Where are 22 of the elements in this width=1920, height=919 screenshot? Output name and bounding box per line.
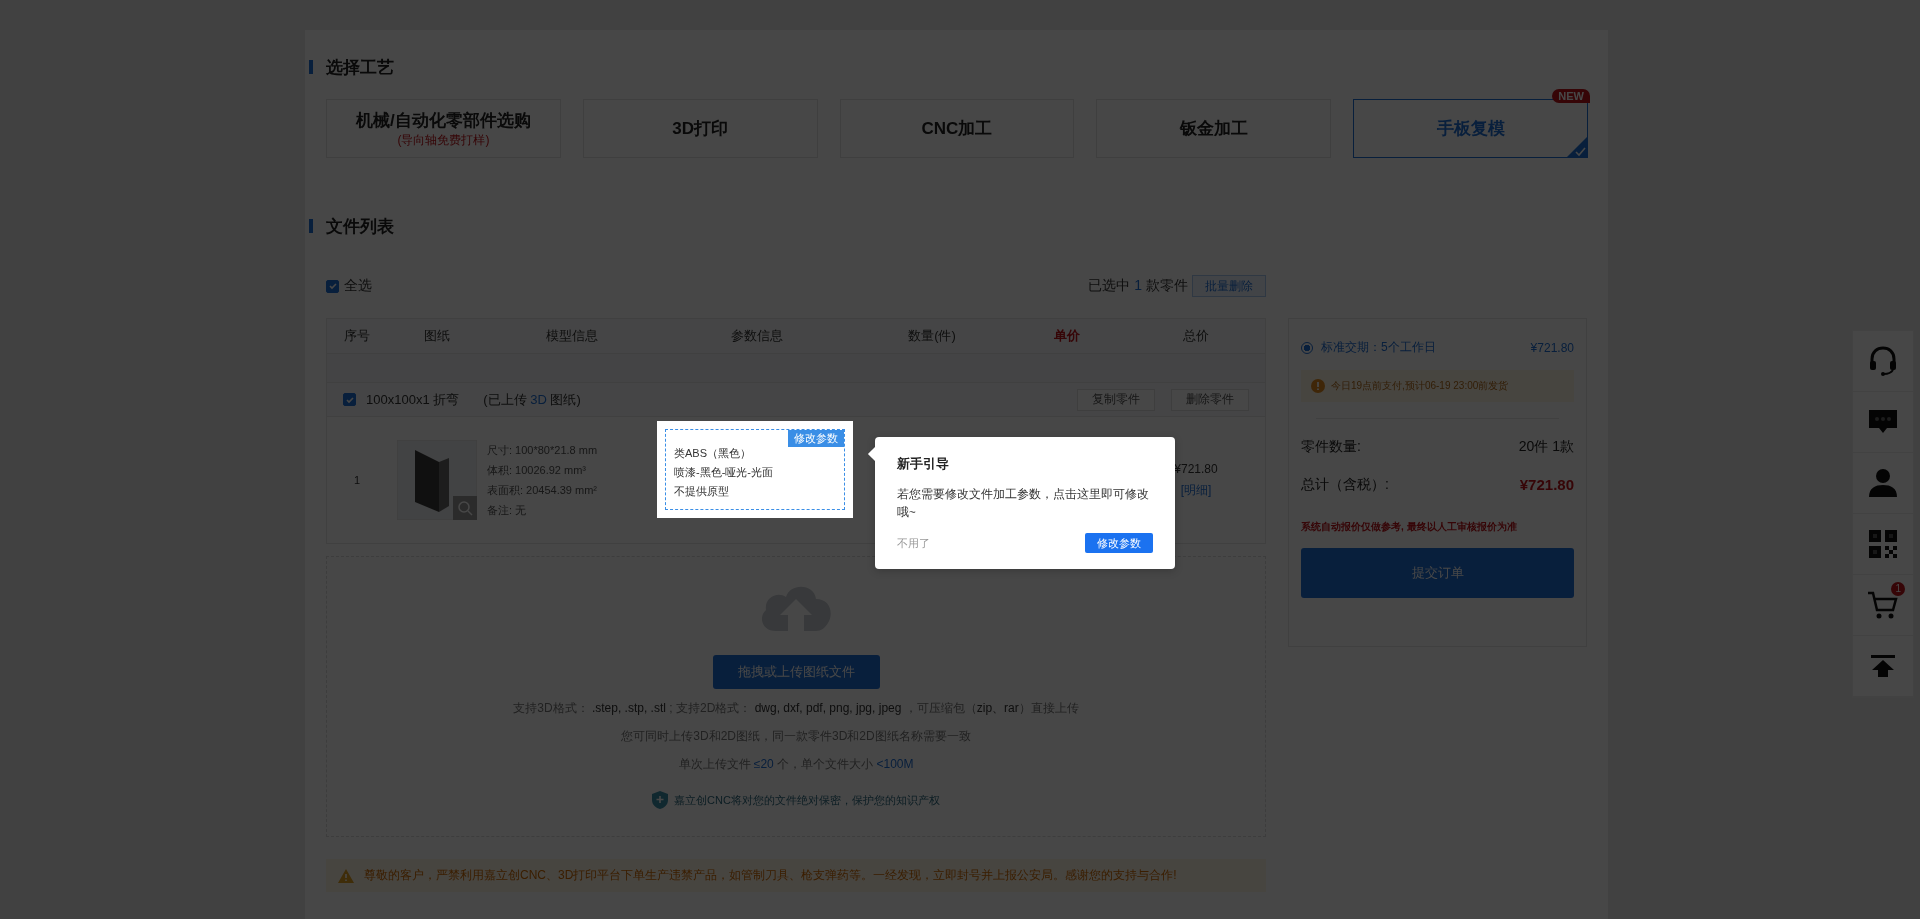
total-label: 总计（含税）: [1301,476,1389,494]
guide-text: 若您需要修改文件加工参数，点击这里即可修改哦~ [897,487,1150,520]
param-text: 类ABS（黑色） [674,446,752,461]
edit-params-button[interactable]: 修改参数 [1085,533,1153,553]
delivery-price: ¥721.80 [1530,340,1574,355]
param-text: 喷漆-黑色-哑光-光面 [674,465,774,480]
section-title: 文件列表 [326,215,394,238]
quantity-label: 零件数量: [1301,438,1361,456]
column-header: 图纸 [423,327,451,345]
total-amount: ¥721.80 [1519,476,1574,494]
guide-title: 新手引导 [897,455,950,473]
delivery-label: 标准交期：5个工作日 [1321,339,1436,356]
total-price: ¥721.80 [1174,461,1218,476]
detail-link[interactable]: [明细] [1180,481,1212,499]
price-disclaimer: 系统自动报价仅做参考, 最终以人工审核报价为准 [1301,520,1518,534]
edit-params-tag[interactable]: 修改参数 [788,430,844,447]
column-header: 单价 [1053,327,1081,345]
param-text: 不提供原型 [674,484,730,499]
dismiss-link[interactable]: 不用了 [897,535,930,551]
section-title: 选择工艺 [326,56,394,79]
param-box[interactable]: 修改参数 类ABS（黑色） 喷漆-黑色-哑光-光面 不提供原型 [665,429,845,510]
quantity-value: 20件 1款 [1518,438,1574,456]
